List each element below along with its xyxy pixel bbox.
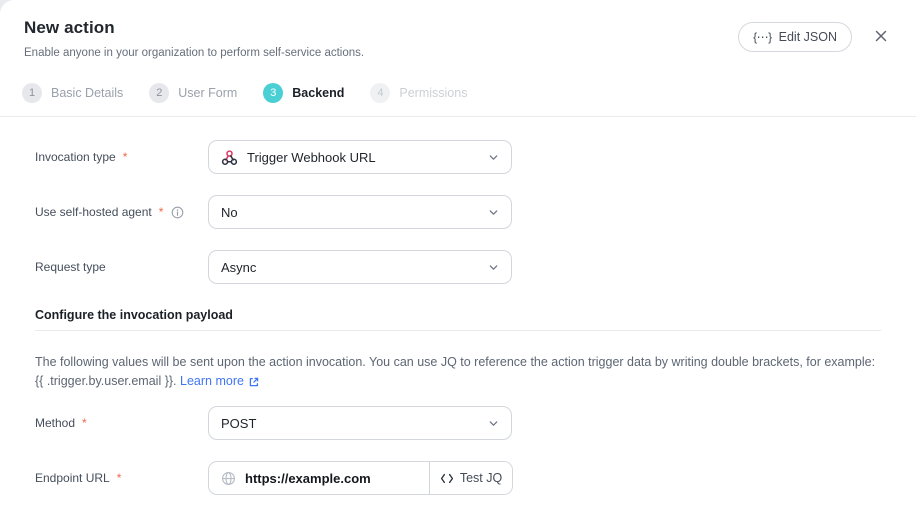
external-link-icon — [248, 376, 260, 388]
payload-description-text: The following values will be sent upon t… — [35, 355, 875, 388]
webhook-icon — [221, 149, 238, 166]
payload-section-divider — [35, 330, 881, 331]
test-jq-label: Test JQ — [460, 471, 502, 485]
step-label: Permissions — [399, 86, 467, 100]
close-icon[interactable] — [870, 25, 892, 50]
page-title: New action — [24, 18, 364, 38]
request-type-row: Request type Async — [35, 250, 881, 284]
endpoint-url-row: Endpoint URL * — [35, 461, 881, 495]
required-asterisk: * — [123, 150, 128, 164]
edit-json-label: Edit JSON — [779, 30, 837, 44]
request-type-label: Request type — [35, 260, 106, 274]
method-row: Method * POST — [35, 406, 881, 440]
modal-header: New action Enable anyone in your organiz… — [0, 0, 916, 59]
method-value: POST — [221, 416, 479, 431]
step-number: 3 — [263, 83, 283, 103]
self-hosted-agent-select[interactable]: No — [208, 195, 512, 229]
step-label: Basic Details — [51, 86, 123, 100]
step-permissions[interactable]: 4 Permissions — [370, 83, 467, 103]
request-type-select[interactable]: Async — [208, 250, 512, 284]
method-select[interactable]: POST — [208, 406, 512, 440]
step-label: User Form — [178, 86, 237, 100]
header-actions: {⋯} Edit JSON — [738, 22, 892, 52]
test-jq-button[interactable]: Test JQ — [430, 462, 512, 494]
required-asterisk: * — [159, 205, 164, 219]
invocation-type-select[interactable]: Trigger Webhook URL — [208, 140, 512, 174]
backend-form: Invocation type * Trigger Webhook URL — [0, 140, 916, 495]
self-hosted-agent-label: Use self-hosted agent — [35, 205, 152, 219]
chevron-down-icon — [488, 207, 499, 218]
header-text: New action Enable anyone in your organiz… — [24, 18, 364, 59]
page-subtitle: Enable anyone in your organization to pe… — [24, 47, 364, 59]
endpoint-url-input[interactable] — [245, 471, 417, 486]
required-asterisk: * — [117, 471, 122, 485]
endpoint-url-label: Endpoint URL — [35, 471, 110, 485]
learn-more-link[interactable]: Learn more — [180, 372, 260, 391]
step-user-form[interactable]: 2 User Form — [149, 83, 237, 103]
wizard-stepper: 1 Basic Details 2 User Form 3 Backend 4 … — [0, 59, 916, 103]
request-type-value: Async — [221, 260, 479, 275]
header-divider — [0, 116, 916, 117]
info-icon[interactable] — [171, 206, 184, 219]
invocation-type-label: Invocation type — [35, 150, 116, 164]
chevron-down-icon — [488, 152, 499, 163]
json-braces-icon: {⋯} — [753, 30, 772, 44]
payload-description: The following values will be sent upon t… — [35, 353, 881, 391]
required-asterisk: * — [82, 416, 87, 430]
step-basic-details[interactable]: 1 Basic Details — [22, 83, 123, 103]
step-number: 4 — [370, 83, 390, 103]
chevron-down-icon — [488, 262, 499, 273]
step-number: 1 — [22, 83, 42, 103]
method-label: Method — [35, 416, 75, 430]
globe-icon — [221, 471, 236, 486]
edit-json-button[interactable]: {⋯} Edit JSON — [738, 22, 852, 52]
step-backend[interactable]: 3 Backend — [263, 83, 344, 103]
step-label: Backend — [292, 86, 344, 100]
step-number: 2 — [149, 83, 169, 103]
chevron-down-icon — [488, 418, 499, 429]
self-hosted-agent-value: No — [221, 205, 479, 220]
new-action-modal: New action Enable anyone in your organiz… — [0, 0, 916, 510]
endpoint-url-group: Test JQ — [208, 461, 513, 495]
self-hosted-agent-row: Use self-hosted agent * No — [35, 195, 881, 229]
payload-section-heading: Configure the invocation payload — [35, 308, 881, 322]
invocation-type-row: Invocation type * Trigger Webhook URL — [35, 140, 881, 174]
invocation-type-value: Trigger Webhook URL — [247, 150, 479, 165]
code-brackets-icon — [440, 473, 454, 484]
